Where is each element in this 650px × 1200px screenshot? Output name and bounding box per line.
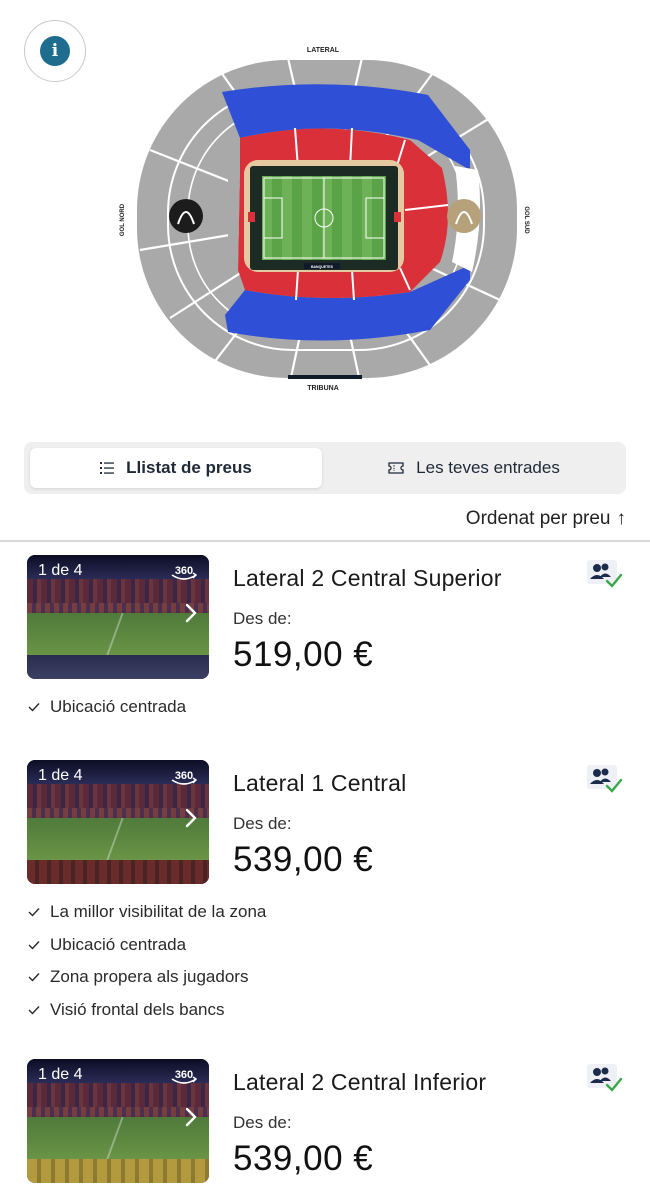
feature-item: Ubicació centrada (28, 929, 266, 962)
tab-bar: Llistat de preus Les teves entrades (24, 442, 626, 494)
svg-text:360: 360 (175, 770, 193, 782)
check-icon (28, 703, 40, 712)
feature-item: Zona propera als jugadors (28, 961, 266, 994)
feature-text: Zona propera als jugadors (50, 967, 249, 987)
stadium-seating-chart[interactable]: BANQUETES LATERAL TRIBUNA GOL NORD GOL S… (0, 0, 650, 430)
from-label: Des de: (233, 814, 292, 833)
zone-title[interactable]: Lateral 1 Central (233, 770, 406, 797)
sort-label: Ordenat per preu (465, 508, 611, 529)
next-photo-arrow-icon[interactable] (185, 1107, 197, 1127)
feature-item: Visió frontal dels bancs (28, 994, 266, 1027)
check-icon (28, 1005, 40, 1015)
photo-counter: 1 de 4 (38, 767, 83, 784)
from-label: Des de: (233, 609, 292, 628)
feature-text: Ubicació centrada (50, 697, 187, 717)
tab-your-tickets-label: Les teves entrades (416, 458, 560, 477)
tab-your-tickets[interactable]: Les teves entrades (328, 448, 620, 488)
feature-text: Visió frontal dels bancs (50, 999, 225, 1019)
check-icon (28, 940, 40, 950)
north-goal-marker (169, 199, 203, 233)
view-360-icon[interactable]: 360 (169, 766, 199, 788)
label-gol-sud: GOL SUD (523, 206, 529, 234)
price: 519,00 € (233, 635, 374, 674)
label-gol-nord: GOL NORD (120, 203, 126, 236)
stadium-map[interactable]: BANQUETES LATERAL TRIBUNA GOL NORD GOL S… (0, 0, 650, 430)
photo-counter: 1 de 4 (38, 562, 83, 579)
sort-button[interactable]: Ordenat per preu ↑ (466, 508, 626, 530)
label-lateral: LATERAL (307, 47, 340, 54)
from-label: Des de: (233, 1113, 292, 1132)
group-tickets-icon (587, 1064, 623, 1092)
list-divider (0, 540, 650, 542)
ticket-icon (388, 462, 404, 474)
tab-price-list[interactable]: Llistat de preus (30, 448, 322, 488)
photo-counter: 1 de 4 (38, 1066, 83, 1083)
info-icon: i (40, 36, 70, 66)
next-photo-arrow-icon[interactable] (185, 808, 197, 828)
feature-item: La millor visibilitat de la zona (28, 896, 266, 929)
zone-photo-carousel[interactable]: 1 de 4 360 (27, 555, 209, 679)
zone-title[interactable]: Lateral 2 Central Superior (233, 565, 502, 592)
feature-text: La millor visibilitat de la zona (50, 902, 267, 922)
list-icon (100, 462, 115, 474)
price: 539,00 € (233, 1139, 374, 1178)
south-goal-marker (447, 199, 481, 233)
price: 539,00 € (233, 840, 374, 879)
svg-text:360: 360 (175, 565, 193, 577)
view-360-icon[interactable]: 360 (169, 561, 199, 583)
zone-title[interactable]: Lateral 2 Central Inferior (233, 1069, 486, 1096)
label-tribuna: TRIBUNA (307, 385, 339, 392)
feature-list: Ubicació centrada (28, 691, 186, 724)
view-360-icon[interactable]: 360 (169, 1065, 199, 1087)
group-tickets-icon (587, 765, 623, 793)
group-tickets-icon (587, 560, 623, 588)
check-icon (28, 973, 40, 982)
svg-text:360: 360 (175, 1069, 193, 1081)
feature-list: La millor visibilitat de la zona Ubicaci… (28, 896, 266, 1026)
next-photo-arrow-icon[interactable] (185, 603, 197, 623)
sort-arrow-icon: ↑ (616, 508, 627, 529)
feature-item: Ubicació centrada (28, 691, 186, 724)
tab-section: Llistat de preus Les teves entrades Orde… (0, 430, 650, 542)
zone-photo-carousel[interactable]: 1 de 4 360 (27, 1059, 209, 1183)
zone-photo-carousel[interactable]: 1 de 4 360 (27, 760, 209, 884)
bench-label: BANQUETES (311, 265, 334, 269)
check-icon (28, 908, 40, 917)
feature-text: Ubicació centrada (50, 934, 187, 954)
info-button[interactable]: i (24, 20, 86, 82)
tab-price-list-label: Llistat de preus (126, 458, 252, 477)
